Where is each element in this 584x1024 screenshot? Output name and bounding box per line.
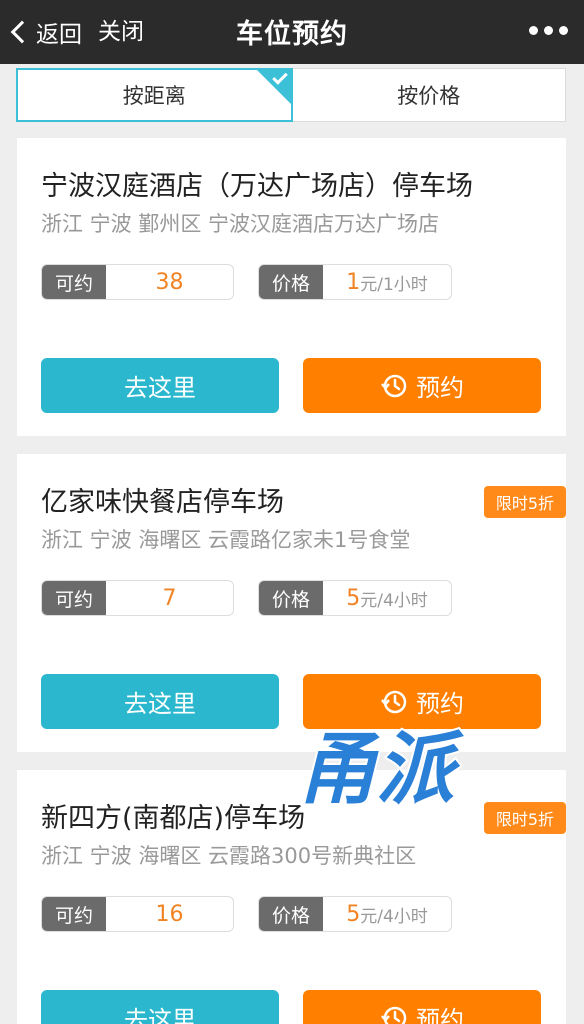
- parking-name: 亿家味快餐店停车场: [41, 487, 284, 518]
- reserve-label: 预约: [416, 1006, 464, 1024]
- history-clock-icon: [381, 690, 407, 713]
- price-label: 价格: [259, 581, 323, 615]
- parking-address: 浙江 宁波 海曙区 云霞路300号新典社区: [41, 844, 417, 868]
- price-value: 5 元/4小时: [323, 581, 451, 615]
- navigate-label: 去这里: [124, 1006, 196, 1024]
- price-unit: 元/4小时: [360, 590, 428, 611]
- available-count: 可约 38: [41, 264, 234, 300]
- available-value: 38: [155, 269, 184, 295]
- parking-card: 宁波汉庭酒店（万达广场店）停车场 浙江 宁波 鄞州区 宁波汉庭酒店万达广场店 可…: [17, 138, 566, 436]
- price-unit: 元/4小时: [360, 906, 428, 927]
- promo-badge: 限时5折: [483, 802, 566, 834]
- parking-name: 宁波汉庭酒店（万达广场店）停车场: [41, 171, 473, 202]
- price-info: 价格 5 元/4小时: [258, 580, 452, 616]
- navigate-label: 去这里: [124, 374, 196, 402]
- navbar: 返回 关闭 车位预约: [0, 0, 584, 64]
- available-count: 可约 7: [41, 580, 234, 616]
- svg-text:甬派: 甬派: [298, 724, 464, 815]
- price-info: 价格 5 元/4小时: [258, 896, 452, 932]
- available-label: 可约: [42, 265, 106, 299]
- price-unit: 元/1小时: [360, 274, 428, 295]
- navigate-button[interactable]: 去这里: [41, 358, 279, 413]
- page-title: 车位预约: [236, 19, 348, 50]
- tab-sort-price[interactable]: 按价格: [293, 69, 566, 121]
- watermark-logo: 甬派: [296, 722, 466, 816]
- available-label: 可约: [42, 581, 106, 615]
- reserve-button[interactable]: 预约: [303, 358, 541, 413]
- reserve-button[interactable]: 预约: [303, 990, 541, 1024]
- tab-label: 按价格: [397, 84, 461, 108]
- more-icon[interactable]: [529, 26, 568, 35]
- reserve-label: 预约: [416, 374, 464, 402]
- parking-address: 浙江 宁波 鄞州区 宁波汉庭酒店万达广场店: [41, 212, 440, 236]
- sort-tabs: 按距离 按价格: [16, 68, 566, 122]
- price-amount: 5: [346, 901, 361, 927]
- parking-name: 新四方(南都店)停车场: [41, 803, 306, 834]
- price-info: 价格 1 元/1小时: [258, 264, 452, 300]
- available-value: 16: [155, 901, 184, 927]
- available-label: 可约: [42, 897, 106, 931]
- available-count: 可约 16: [41, 896, 234, 932]
- price-value: 1 元/1小时: [323, 265, 451, 299]
- parking-card: 亿家味快餐店停车场 限时5折 浙江 宁波 海曙区 云霞路亿家未1号食堂 可约 7…: [17, 454, 566, 752]
- tab-sort-distance[interactable]: 按距离: [16, 68, 293, 122]
- history-clock-icon: [381, 1006, 407, 1024]
- price-label: 价格: [259, 897, 323, 931]
- price-amount: 1: [346, 269, 361, 295]
- price-value: 5 元/4小时: [323, 897, 451, 931]
- price-label: 价格: [259, 265, 323, 299]
- parking-address: 浙江 宁波 海曙区 云霞路亿家未1号食堂: [41, 528, 411, 552]
- navigate-label: 去这里: [124, 690, 196, 718]
- navigate-button[interactable]: 去这里: [41, 674, 279, 729]
- reserve-label: 预约: [416, 690, 464, 718]
- available-value: 7: [162, 585, 177, 611]
- history-clock-icon: [381, 374, 407, 397]
- tab-label: 按距离: [122, 84, 186, 108]
- navigate-button[interactable]: 去这里: [41, 990, 279, 1024]
- price-amount: 5: [346, 585, 361, 611]
- promo-badge: 限时5折: [483, 486, 566, 518]
